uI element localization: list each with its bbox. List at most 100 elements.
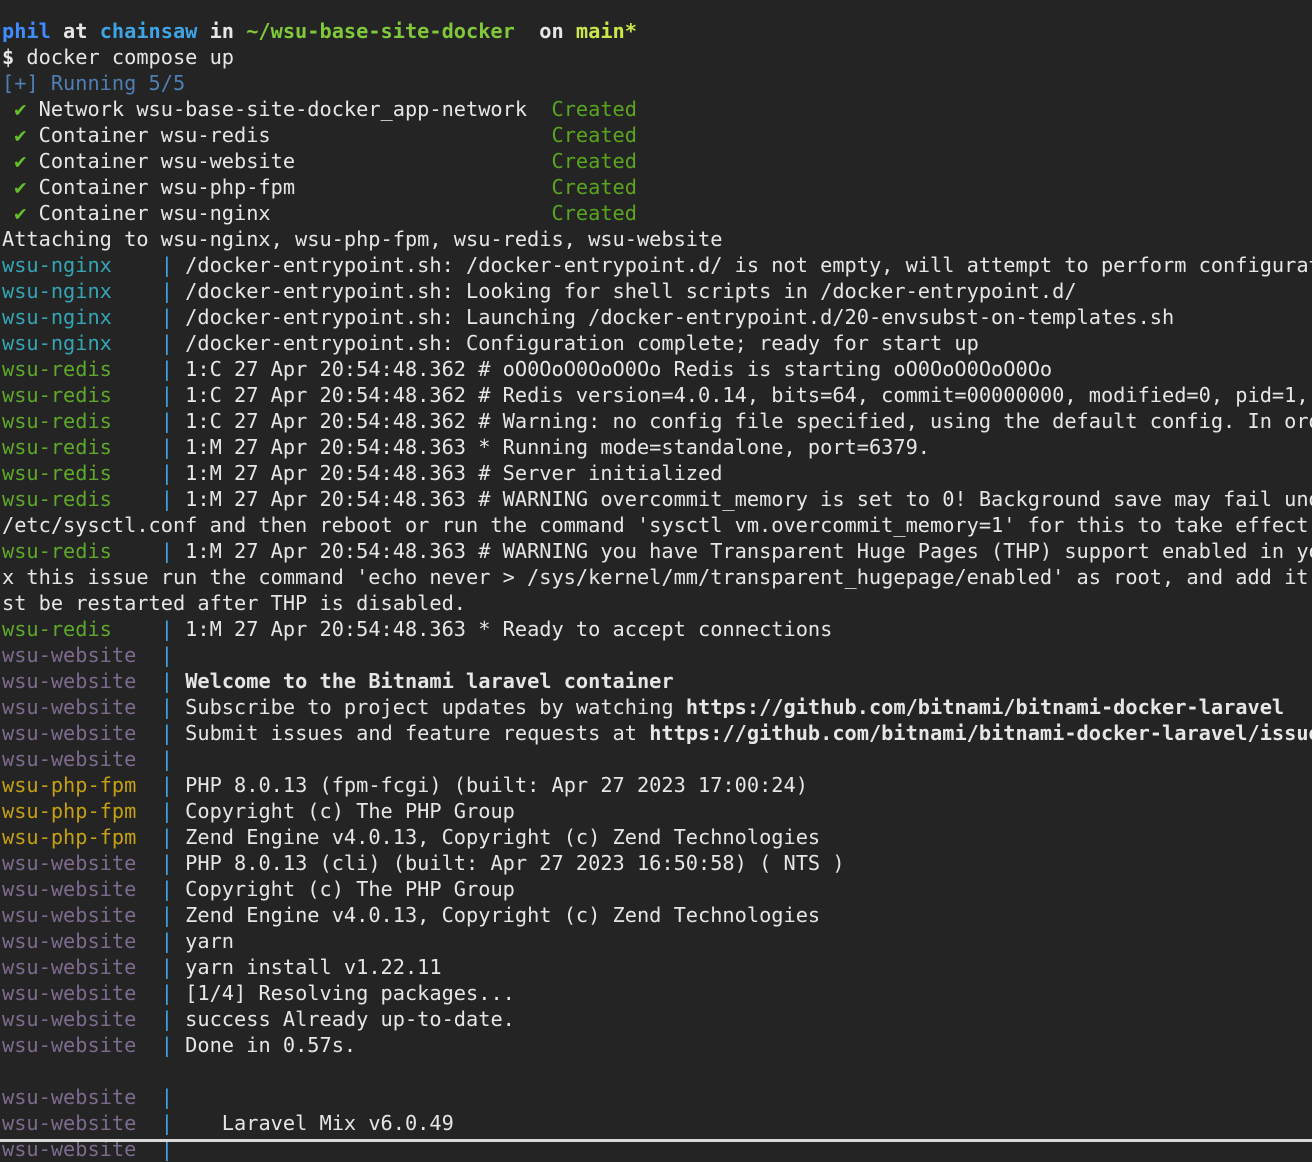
pipe-separator: | <box>160 331 173 355</box>
log-message: Zend Engine v4.0.13, Copyright (c) Zend … <box>172 825 821 849</box>
prompt-user: phil <box>2 19 51 43</box>
log-line: wsu-redis | 1:C 27 Apr 20:54:48.362 # Wa… <box>2 408 1312 434</box>
log-message: 1:C 27 Apr 20:54:48.362 # Warning: no co… <box>172 409 1312 433</box>
service-prefix: wsu-redis <box>2 383 161 407</box>
log-continuation-text: st be restarted after THP is disabled. <box>2 591 466 615</box>
log-line: wsu-nginx | /docker-entrypoint.sh: Looki… <box>2 278 1312 304</box>
service-prefix: wsu-website <box>2 643 161 667</box>
pipe-separator: | <box>160 669 173 693</box>
service-prefix: wsu-redis <box>2 539 161 563</box>
log-line: wsu-redis | 1:M 27 Apr 20:54:48.363 * Re… <box>2 616 1312 642</box>
prompt-symbol: $ <box>2 45 27 69</box>
log-message: 1:M 27 Apr 20:54:48.363 * Running mode=s… <box>172 435 931 459</box>
service-prefix: wsu-website <box>2 981 161 1005</box>
log-line: wsu-website | Laravel Mix v6.0.49 <box>2 1110 1312 1136</box>
status-created: Created <box>551 201 637 225</box>
pipe-separator: | <box>160 721 173 745</box>
pipe-separator: | <box>160 877 173 901</box>
service-prefix: wsu-website <box>2 1007 161 1031</box>
check-icon: ✔ <box>14 123 27 147</box>
pipe-separator: | <box>160 461 173 485</box>
service-prefix: wsu-php-fpm <box>2 773 161 797</box>
terminal-output[interactable]: phil at chainsaw in ~/wsu-base-site-dock… <box>2 0 1312 1162</box>
compose-item-label: Network wsu-base-site-docker_app-network <box>26 97 552 121</box>
pipe-separator: | <box>160 305 173 329</box>
pipe-separator: | <box>160 929 173 953</box>
log-line: wsu-php-fpm | Copyright (c) The PHP Grou… <box>2 798 1312 824</box>
service-prefix: wsu-redis <box>2 461 161 485</box>
log-line: wsu-redis | 1:M 27 Apr 20:54:48.363 # Se… <box>2 460 1312 486</box>
service-prefix: wsu-nginx <box>2 305 161 329</box>
log-line: wsu-nginx | /docker-entrypoint.sh: Confi… <box>2 330 1312 356</box>
pipe-separator: | <box>160 851 173 875</box>
log-line: wsu-website | PHP 8.0.13 (cli) (built: A… <box>2 850 1312 876</box>
status-created: Created <box>551 97 637 121</box>
pipe-separator: | <box>160 539 173 563</box>
service-prefix: wsu-php-fpm <box>2 799 161 823</box>
check-icon: ✔ <box>14 97 27 121</box>
log-line: wsu-website | yarn install v1.22.11 <box>2 954 1312 980</box>
compose-item: ✔ Container wsu-nginx Created <box>2 200 1312 226</box>
service-prefix: wsu-website <box>2 747 161 771</box>
service-prefix: wsu-website <box>2 903 161 927</box>
compose-items: ✔ Network wsu-base-site-docker_app-netwo… <box>2 96 1312 226</box>
log-message: 1:M 27 Apr 20:54:48.363 * Ready to accep… <box>172 617 833 641</box>
log-line: wsu-website | success Already up-to-date… <box>2 1006 1312 1032</box>
log-line: /etc/sysctl.conf and then reboot or run … <box>2 512 1312 538</box>
pipe-separator: | <box>160 1007 173 1031</box>
log-message: /docker-entrypoint.sh: Configuration com… <box>172 331 979 355</box>
log-message: /docker-entrypoint.sh: /docker-entrypoin… <box>172 253 1312 277</box>
log-line: wsu-php-fpm | Zend Engine v4.0.13, Copyr… <box>2 824 1312 850</box>
log-message-bold: https://github.com/bitnami/bitnami-docke… <box>685 695 1285 719</box>
pipe-separator: | <box>160 253 173 277</box>
compose-item: ✔ Network wsu-base-site-docker_app-netwo… <box>2 96 1312 122</box>
log-message: Subscribe to project updates by watching <box>172 695 686 719</box>
service-prefix: wsu-redis <box>2 487 161 511</box>
log-message: PHP 8.0.13 (cli) (built: Apr 27 2023 16:… <box>172 851 845 875</box>
pipe-separator: | <box>160 695 173 719</box>
log-message: 1:M 27 Apr 20:54:48.363 # Server initial… <box>172 461 723 485</box>
service-prefix: wsu-website <box>2 1111 161 1135</box>
log-message: Done in 0.57s. <box>172 1033 357 1057</box>
log-line: wsu-website | Zend Engine v4.0.13, Copyr… <box>2 902 1312 928</box>
service-prefix: wsu-redis <box>2 617 161 641</box>
status-created: Created <box>551 175 637 199</box>
service-prefix: wsu-redis <box>2 435 161 459</box>
prompt-on: on <box>514 19 576 43</box>
pipe-separator: | <box>160 383 173 407</box>
log-message: 1:M 27 Apr 20:54:48.363 # WARNING overco… <box>172 487 1312 511</box>
log-line: wsu-redis | 1:M 27 Apr 20:54:48.363 # WA… <box>2 486 1312 512</box>
pipe-separator: | <box>160 981 173 1005</box>
service-prefix: wsu-redis <box>2 409 161 433</box>
log-message: Copyright (c) The PHP Group <box>172 877 515 901</box>
service-prefix: wsu-website <box>2 929 161 953</box>
log-message <box>173 669 185 693</box>
service-prefix: wsu-nginx <box>2 331 161 355</box>
compose-running-status: [+] Running 5/5 <box>2 71 186 95</box>
log-line: wsu-redis | 1:M 27 Apr 20:54:48.363 # WA… <box>2 538 1312 564</box>
log-line: wsu-nginx | /docker-entrypoint.sh: /dock… <box>2 252 1312 278</box>
status-created: Created <box>551 149 637 173</box>
service-prefix: wsu-website <box>2 695 161 719</box>
prompt-at: at <box>50 19 100 43</box>
status-created: Created <box>551 123 637 147</box>
partial-text <box>2 0 197 17</box>
log-message: PHP 8.0.13 (fpm-fcgi) (built: Apr 27 202… <box>172 773 808 797</box>
pipe-separator: | <box>160 799 173 823</box>
log-message: /docker-entrypoint.sh: Launching /docker… <box>172 305 1175 329</box>
service-prefix: wsu-redis <box>2 357 161 381</box>
log-line: wsu-redis | 1:M 27 Apr 20:54:48.363 * Ru… <box>2 434 1312 460</box>
log-continuation-text: /etc/sysctl.conf and then reboot or run … <box>2 513 1312 537</box>
compose-item-label: Container wsu-redis <box>26 123 552 147</box>
log-message: Copyright (c) The PHP Group <box>172 799 515 823</box>
log-message: Zend Engine v4.0.13, Copyright (c) Zend … <box>172 903 821 927</box>
pipe-separator: | <box>160 955 173 979</box>
log-line: wsu-website | Copyright (c) The PHP Grou… <box>2 876 1312 902</box>
log-message-bold: https://github.com/bitnami/bitnami-docke… <box>649 721 1312 745</box>
log-line: wsu-website | yarn <box>2 928 1312 954</box>
log-line: wsu-redis | 1:C 27 Apr 20:54:48.362 # Re… <box>2 382 1312 408</box>
pipe-separator: | <box>160 1085 173 1109</box>
prompt-branch: main* <box>575 19 637 43</box>
log-message: 1:M 27 Apr 20:54:48.363 # WARNING you ha… <box>172 539 1312 563</box>
